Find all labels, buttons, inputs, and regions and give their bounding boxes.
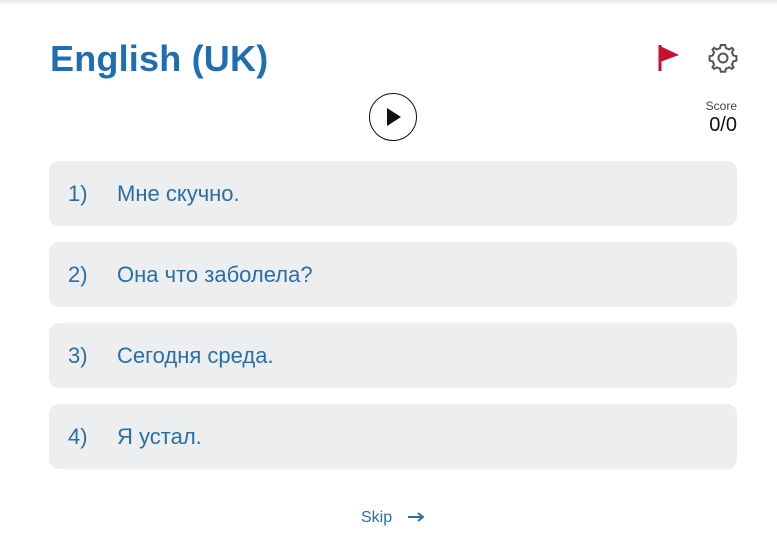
- flag-icon: [658, 45, 679, 71]
- option-number: 1): [68, 180, 88, 206]
- score-label: Score: [705, 99, 737, 113]
- top-shadow: [0, 0, 777, 6]
- answer-option-2[interactable]: 2) Она что заболела?: [49, 242, 737, 307]
- answer-option-3[interactable]: 3) Сегодня среда.: [49, 323, 737, 388]
- page: English (UK) Score 0/0 1) Мне скучно. 2): [0, 0, 777, 551]
- option-number: 4): [68, 423, 88, 449]
- option-text: Мне скучно.: [117, 180, 240, 206]
- report-flag-button[interactable]: [655, 43, 683, 73]
- option-number: 2): [68, 261, 88, 287]
- arrow-right-icon: [408, 509, 425, 527]
- option-text: Сегодня среда.: [117, 342, 274, 368]
- option-number: 3): [68, 342, 88, 368]
- answer-option-1[interactable]: 1) Мне скучно.: [49, 161, 737, 226]
- option-text: Она что заболела?: [117, 261, 313, 287]
- answer-options: 1) Мне скучно. 2) Она что заболела? 3) С…: [49, 161, 737, 485]
- settings-button[interactable]: [707, 42, 739, 74]
- skip-label: Skip: [361, 509, 393, 526]
- score-panel: Score 0/0: [706, 99, 737, 137]
- play-audio-button[interactable]: [369, 93, 417, 141]
- answer-option-4[interactable]: 4) Я устал.: [49, 404, 737, 469]
- score-value: 0/0: [709, 114, 737, 136]
- option-text: Я устал.: [117, 423, 202, 449]
- play-icon: [387, 108, 401, 126]
- page-title: English (UK): [50, 38, 269, 79]
- gear-icon: [708, 44, 738, 73]
- skip-button[interactable]: Skip: [361, 509, 425, 527]
